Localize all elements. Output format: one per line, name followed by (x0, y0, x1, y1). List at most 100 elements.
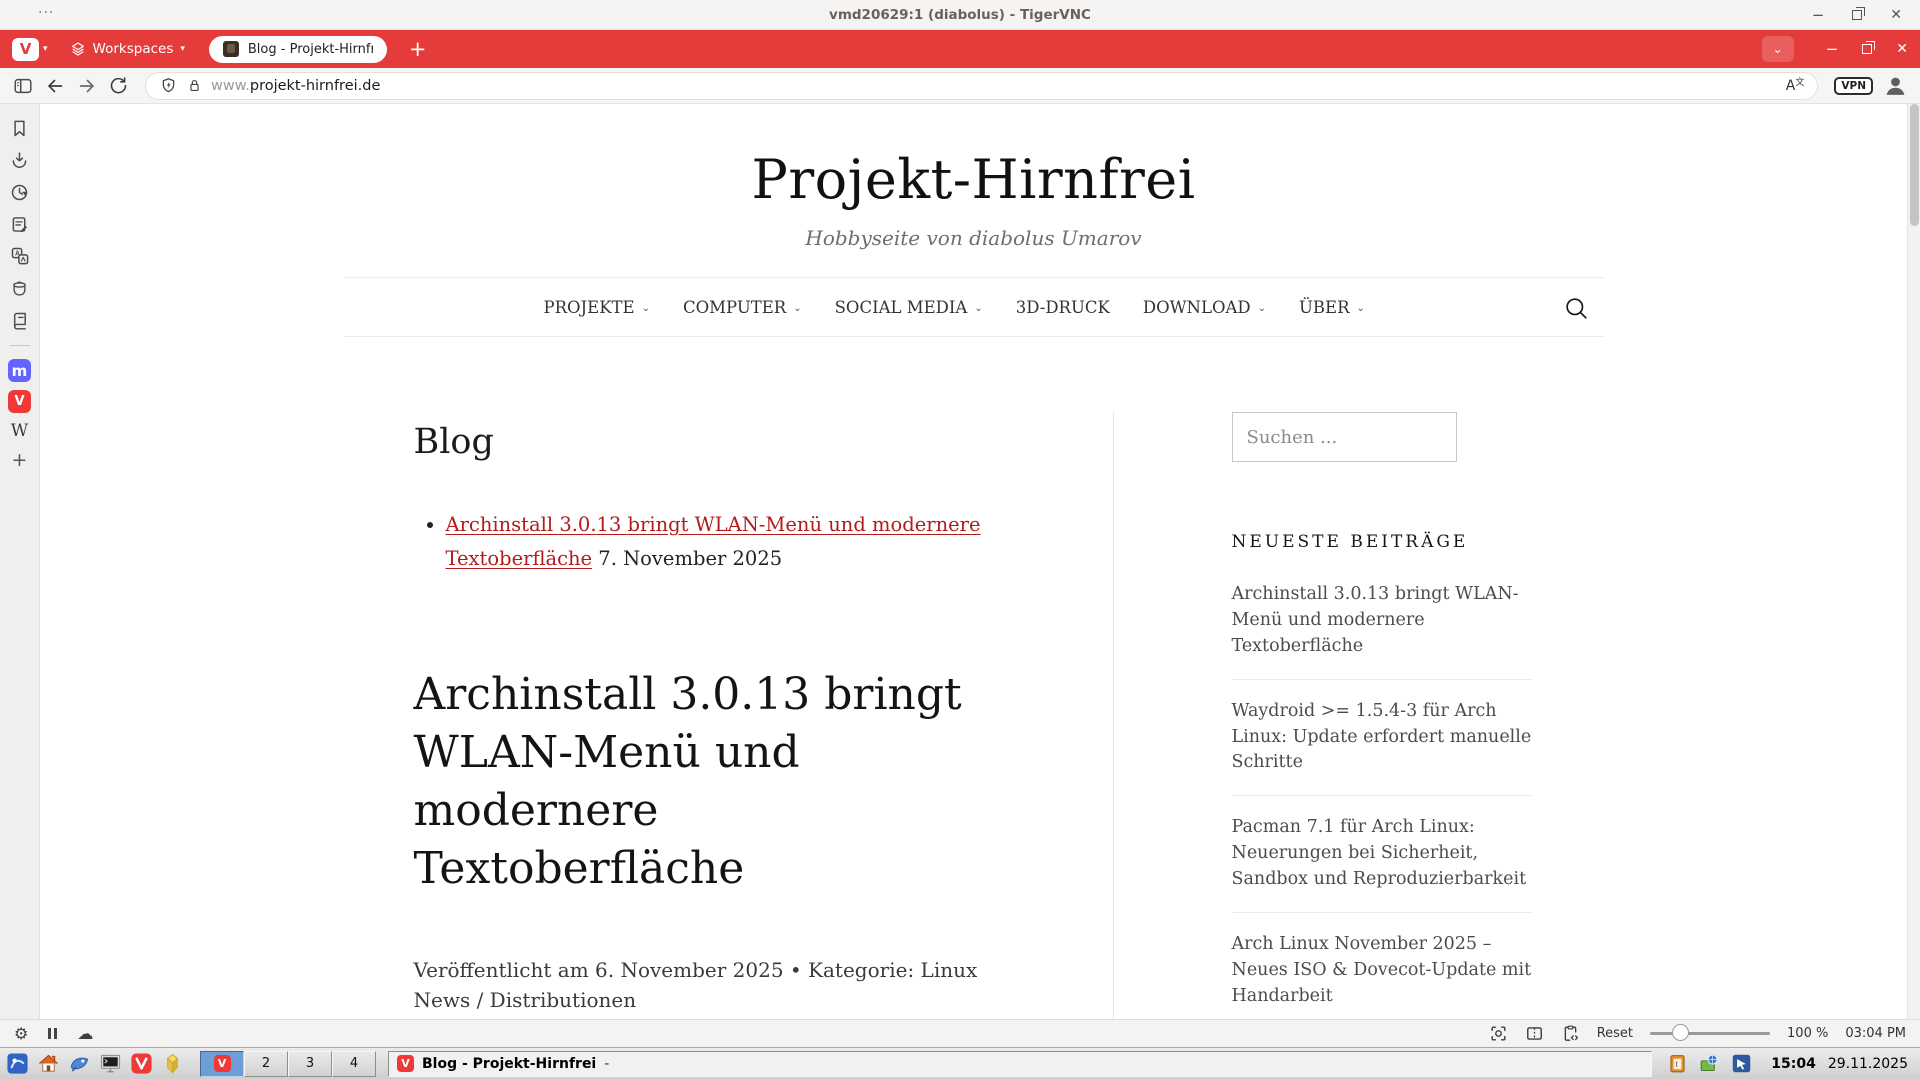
tab-favicon (223, 41, 239, 57)
reading-list-panel-icon[interactable] (8, 308, 32, 332)
vivaldi-mini-icon: V (214, 1055, 231, 1072)
layers-icon (70, 41, 86, 57)
browser-close-button[interactable]: ✕ (1896, 42, 1908, 56)
new-tab-button[interactable]: + (409, 37, 427, 61)
terminal-icon[interactable] (97, 1050, 124, 1077)
search-icon (1563, 295, 1590, 322)
downloads-panel-icon[interactable] (8, 148, 32, 172)
zoom-level: 100 % (1787, 1026, 1828, 1041)
tiling-icon[interactable] (1525, 1024, 1544, 1043)
vnc-menu-dots-icon[interactable]: ... (38, 1, 54, 17)
vivaldi-webpanel-icon[interactable]: V (8, 390, 31, 413)
recent-posts-heading: NEUESTE BEITRÄGE (1232, 532, 1544, 552)
nav-item-projekte[interactable]: PROJEKTE⌄ (544, 298, 650, 317)
notes-panel-icon[interactable] (8, 212, 32, 236)
vnc-maximize-button[interactable] (1852, 10, 1862, 20)
nav-item-computer[interactable]: COMPUTER⌄ (683, 298, 802, 317)
workspace-2-button[interactable]: 2 (244, 1051, 288, 1077)
package-icon[interactable] (159, 1050, 186, 1077)
chevron-down-icon: ▾ (180, 44, 185, 54)
task-title: Blog - Projekt-Hirnfrei (422, 1056, 596, 1072)
vnc-window-title: vmd20629:1 (diabolus) - TigerVNC (829, 7, 1091, 23)
workspace-pager: V 2 3 4 (200, 1051, 376, 1077)
sidebar-post-link[interactable]: Pacman 7.1 für Arch Linux: Neuerungen be… (1232, 796, 1532, 913)
sidebar-post-link[interactable]: Archinstall 3.0.13 bringt WLAN-Menü und … (1232, 574, 1532, 680)
browser-minimize-button[interactable]: − (1826, 42, 1839, 57)
pointer-tray-icon[interactable] (1728, 1050, 1755, 1077)
nav-item-ueber[interactable]: ÜBER⌄ (1299, 298, 1365, 317)
translate-page-icon[interactable]: A文 (1786, 78, 1805, 94)
sync-cloud-icon[interactable]: ☁ (77, 1024, 93, 1043)
clipboard-tray-icon[interactable]: t (1664, 1050, 1691, 1077)
vivaldi-menu-button[interactable]: V ▾ (12, 38, 48, 61)
system-tray: t (1664, 1050, 1755, 1077)
address-bar: www.projekt-hirnfrei.de A文 VPN (0, 68, 1920, 104)
tracker-shield-icon[interactable] (159, 76, 178, 95)
break-mode-icon[interactable] (48, 1028, 57, 1039)
panel-toggle-button[interactable] (12, 75, 34, 97)
workspace-3-button[interactable]: 3 (288, 1051, 332, 1077)
bookmarks-panel-icon[interactable] (8, 116, 32, 140)
capture-page-icon[interactable] (1489, 1024, 1508, 1043)
workspaces-button[interactable]: Workspaces ▾ (70, 41, 185, 57)
chevron-down-icon: ⌄ (974, 303, 982, 314)
workspaces-label: Workspaces (93, 41, 174, 57)
nav-item-download[interactable]: DOWNLOAD⌄ (1143, 298, 1266, 317)
home-folder-icon[interactable] (35, 1050, 62, 1077)
sidebar-post-link[interactable]: Waydroid >= 1.5.4-3 für Arch Linux: Upda… (1232, 680, 1532, 797)
page-actions-icon[interactable] (1561, 1024, 1580, 1043)
nav-item-3d-druck[interactable]: 3D-DRUCK (1016, 298, 1110, 317)
zoom-slider[interactable] (1650, 1032, 1770, 1035)
add-webpanel-button[interactable]: + (12, 449, 28, 471)
taskbar-task-button[interactable]: V Blog - Projekt-Hirnfrei - (388, 1051, 1652, 1077)
url-field[interactable]: www.projekt-hirnfrei.de A文 (145, 72, 1818, 100)
lock-icon[interactable] (186, 77, 203, 94)
recent-posts-widget: Archinstall 3.0.13 bringt WLAN-Menü und … (1232, 574, 1532, 1019)
nav-item-social-media[interactable]: SOCIAL MEDIA⌄ (835, 298, 983, 317)
site-header: Projekt-Hirnfrei Hobbyseite von diabolus… (344, 104, 1604, 250)
site-title[interactable]: Projekt-Hirnfrei (344, 148, 1604, 211)
history-panel-icon[interactable] (8, 180, 32, 204)
chevron-down-icon: ⌄ (793, 303, 801, 314)
tab-stack-chevron-button[interactable]: ⌄ (1762, 36, 1794, 62)
reload-button[interactable] (108, 75, 129, 96)
site-search-button[interactable] (1563, 295, 1590, 326)
translate-panel-icon[interactable]: A (8, 244, 32, 268)
url-text: www.projekt-hirnfrei.de (211, 78, 380, 94)
workspace-1-button[interactable]: V (200, 1051, 244, 1077)
article-meta: Veröffentlicht am 6. November 2025 • Kat… (414, 955, 1034, 1015)
mastodon-webpanel-icon[interactable]: m (8, 359, 31, 382)
sessions-panel-icon[interactable] (8, 276, 32, 300)
sidebar-search-input[interactable] (1232, 412, 1457, 462)
tab-title: Blog - Projekt-Hirnfrei (248, 42, 373, 57)
chevron-down-icon: ⌄ (1357, 303, 1365, 314)
browser-tab-bar: V ▾ Workspaces ▾ Blog - Projekt-Hirnfrei… (0, 30, 1920, 68)
forward-button[interactable] (76, 75, 98, 97)
article-title: Archinstall 3.0.13 bringt WLAN-Menü und … (414, 666, 989, 898)
app-launcher-icon[interactable] (66, 1050, 93, 1077)
wikipedia-webpanel-icon[interactable]: W (11, 421, 28, 441)
vnc-close-button[interactable]: ✕ (1890, 8, 1902, 22)
main-column: Blog Archinstall 3.0.13 bringt WLAN-Menü… (344, 412, 1114, 1019)
network-tray-icon[interactable] (1696, 1050, 1723, 1077)
vivaldi-launcher-icon[interactable] (128, 1050, 155, 1077)
sidebar-post-link[interactable]: Arch Linux November 2025 – Neues ISO & D… (1232, 913, 1532, 1019)
page-scrollbar[interactable] (1907, 104, 1920, 1019)
taskbar-clock-time: 15:04 (1771, 1056, 1816, 1072)
browser-maximize-button[interactable] (1862, 44, 1872, 54)
browser-main-area: A m V W + Projekt-Hirnfrei Hobbyseite vo… (0, 104, 1920, 1019)
screen: ... vmd20629:1 (diabolus) - TigerVNC − ✕… (0, 0, 1920, 1079)
zoom-reset-button[interactable]: Reset (1597, 1026, 1633, 1041)
start-menu-icon[interactable] (4, 1050, 31, 1077)
vnc-minimize-button[interactable]: − (1812, 8, 1825, 23)
taskbar-clock-date: 29.11.2025 (1828, 1056, 1908, 1072)
zoom-slider-thumb[interactable] (1672, 1024, 1689, 1041)
scrollbar-thumb[interactable] (1910, 104, 1919, 226)
status-clock[interactable]: 03:04 PM (1845, 1026, 1906, 1041)
active-tab[interactable]: Blog - Projekt-Hirnfrei (209, 36, 387, 63)
status-settings-icon[interactable]: ⚙ (14, 1024, 28, 1043)
workspace-4-button[interactable]: 4 (332, 1051, 376, 1077)
vpn-badge[interactable]: VPN (1834, 77, 1873, 95)
back-button[interactable] (44, 75, 66, 97)
profile-avatar[interactable] (1883, 73, 1908, 98)
